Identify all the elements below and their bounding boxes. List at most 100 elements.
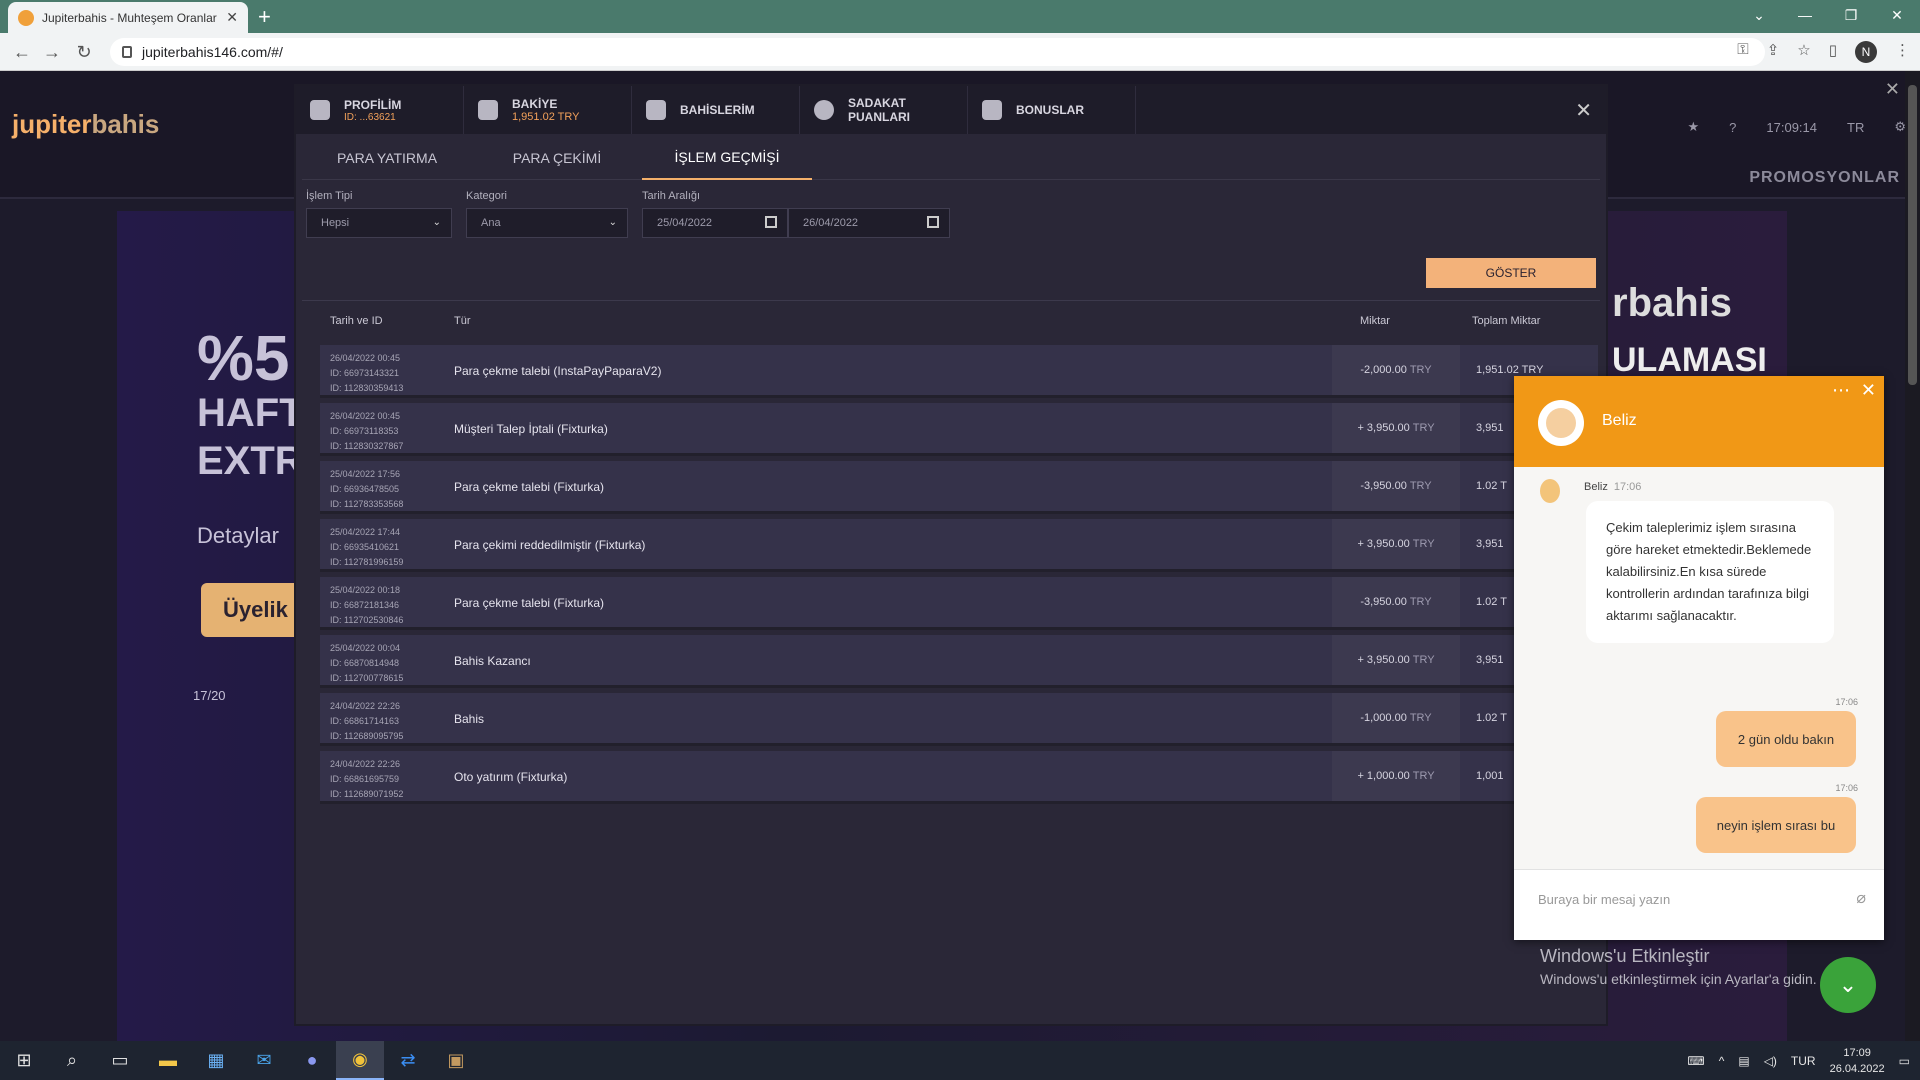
table-row[interactable]: 25/04/2022 00:18 ID: 66872181346 ID: 11270… <box>320 577 1598 630</box>
col-date-id: Tarih ve ID <box>330 315 383 327</box>
table-row[interactable]: 24/04/2022 22:26 ID: 66861714163 ID: 11268… <box>320 693 1598 746</box>
reload-button[interactable]: ↻ <box>72 40 96 64</box>
tab-search-icon[interactable]: ⌄ <box>1736 0 1782 30</box>
subtab-deposit[interactable]: PARA YATIRMA <box>302 136 472 180</box>
menu-kebab-icon[interactable]: ⋮ <box>1895 41 1910 63</box>
mail-icon[interactable]: ✉ <box>240 1041 288 1080</box>
table-row[interactable]: 25/04/2022 17:44 ID: 66935410621 ID: 11278… <box>320 519 1598 572</box>
user-message: neyin işlem sırası bu <box>1696 797 1856 853</box>
subtab-withdraw[interactable]: PARA ÇEKİMİ <box>472 136 642 180</box>
table-row[interactable]: 26/04/2022 00:45 ID: 66973118353 ID: 11283… <box>320 403 1598 456</box>
new-tab-button[interactable]: + <box>258 4 271 30</box>
category-select[interactable]: Ana ⌄ <box>466 208 628 238</box>
back-button[interactable]: ← <box>10 40 34 64</box>
table-row[interactable]: 24/04/2022 22:26 ID: 66861695759 ID: 11268… <box>320 751 1598 804</box>
scrollbar-thumb[interactable] <box>1908 85 1917 385</box>
show-button[interactable]: GÖSTER <box>1426 258 1596 288</box>
table-row[interactable]: 26/04/2022 00:45 ID: 66973143321 ID: 11283… <box>320 345 1598 398</box>
table-row[interactable]: 25/04/2022 17:56 ID: 66936478505 ID: 11278… <box>320 461 1598 514</box>
volume-icon[interactable]: ◁) <box>1764 1054 1777 1068</box>
row-id1: ID: 66935410621 <box>330 542 400 552</box>
language-select[interactable]: TR <box>1847 120 1864 135</box>
forward-button[interactable]: → <box>40 40 64 64</box>
table-row[interactable]: 25/04/2022 00:04 ID: 66870814948 ID: 11270… <box>320 635 1598 688</box>
chat-menu-icon[interactable]: ⋯ <box>1832 380 1850 401</box>
restore-button[interactable]: ❐ <box>1828 0 1874 30</box>
calendar-icon[interactable] <box>927 216 939 228</box>
chat-messages[interactable]: Beliz 17:06 Çekim taleplerimiz işlem sıra… <box>1514 467 1884 869</box>
browser-tab[interactable]: Jupiterbahis - Muhteşem Oranlar ✕ <box>8 2 248 33</box>
system-tray: ⌨ ^ ▤ ◁) TUR 17:09 26.04.2022 ▭ <box>1687 1041 1910 1080</box>
banner-right-sub: ULAMASI <box>1612 341 1767 379</box>
promotions-link[interactable]: PROMOSYONLAR <box>1749 169 1900 187</box>
chat-close-icon[interactable]: ✕ <box>1861 380 1876 401</box>
row-date: 25/04/2022 00:18 <box>330 585 401 595</box>
row-currency: TRY <box>1412 422 1435 434</box>
row-amount: -3,950.00 TRY <box>1332 461 1460 511</box>
bookmark-star-icon[interactable]: ☆ <box>1797 41 1810 63</box>
notification-icon[interactable]: ▭ <box>1899 1054 1910 1068</box>
tab-loyalty-points[interactable]: SADAKAT PUANLARI <box>800 86 968 134</box>
help-icon[interactable]: ? <box>1729 120 1736 135</box>
tab-close-icon[interactable]: ✕ <box>226 9 238 26</box>
page-scrollbar[interactable] <box>1905 71 1920 1041</box>
subtab-transaction-history[interactable]: İŞLEM GEÇMİŞİ <box>642 136 812 180</box>
site-close-icon[interactable]: ✕ <box>1885 79 1900 100</box>
banner-details-link[interactable]: Detaylar <box>197 523 279 549</box>
close-window-button[interactable]: ✕ <box>1874 0 1920 30</box>
type-select[interactable]: Hepsi ⌄ <box>306 208 452 238</box>
tab-balance-label: BAKİYE <box>512 97 558 111</box>
tray-expand-icon[interactable]: ^ <box>1719 1054 1725 1068</box>
chat-header: Beliz ⋯ ✕ <box>1514 376 1884 467</box>
live-chat-widget: Beliz ⋯ ✕ Beliz 17:06 Çekim taleplerimiz … <box>1514 376 1884 940</box>
tab-profile-label: PROFİLİM <box>344 97 402 112</box>
category-label: Kategori <box>466 190 507 202</box>
row-amount: -3,950.00 TRY <box>1332 577 1460 627</box>
share-icon[interactable]: ⇪ <box>1767 41 1780 63</box>
game-icon[interactable]: ▣ <box>432 1041 480 1080</box>
balance-amount: 1,951.02 TRY <box>512 111 580 123</box>
col-total: Toplam Miktar <box>1472 315 1541 327</box>
chat-toggle-button[interactable]: ⌄ <box>1820 957 1876 1013</box>
user-icon <box>310 100 330 120</box>
row-id2: ID: 112689095795 <box>330 731 404 741</box>
discord-icon[interactable]: ● <box>288 1041 336 1080</box>
url-bar[interactable]: jupiterbahis146.com/#/ <box>110 38 1765 66</box>
chrome-icon[interactable]: ◉ <box>336 1041 384 1080</box>
input-language[interactable]: TUR <box>1791 1054 1816 1068</box>
teamviewer-icon[interactable]: ⇄ <box>384 1041 432 1080</box>
banner-line: %5 <box>197 322 290 394</box>
date-from-input[interactable]: 25/04/2022 <box>642 208 788 238</box>
attach-icon[interactable]: ⌀ <box>1856 888 1866 908</box>
taskbar-clock[interactable]: 17:09 26.04.2022 <box>1830 1045 1885 1077</box>
search-icon[interactable]: ⌕ <box>48 1041 96 1080</box>
store-icon[interactable]: ▦ <box>192 1041 240 1080</box>
message-time: 17:06 <box>1835 697 1858 707</box>
chat-input[interactable]: Buraya bir mesaj yazın ⌀ <box>1514 869 1884 940</box>
keyboard-icon[interactable]: ⌨ <box>1687 1054 1704 1068</box>
row-currency: TRY <box>1409 364 1432 376</box>
tab-my-bets[interactable]: BAHİSLERİM <box>632 86 800 134</box>
date-to-input[interactable]: 26/04/2022 <box>788 208 950 238</box>
site-logo[interactable]: jupiterbahis <box>12 109 159 140</box>
row-id1: ID: 66872181346 <box>330 600 400 610</box>
modal-close-icon[interactable]: ✕ <box>1575 98 1592 123</box>
tab-profile[interactable]: PROFİLİM ID: ...63621 <box>296 86 464 134</box>
favorites-star-icon[interactable]: ★ <box>1688 119 1700 135</box>
tab-balance[interactable]: BAKİYE 1,951.02 TRY <box>464 86 632 134</box>
row-id1: ID: 66861714163 <box>330 716 400 726</box>
row-currency: TRY <box>1409 596 1432 608</box>
tab-bonuses[interactable]: BONUSLAR <box>968 86 1136 134</box>
network-icon[interactable]: ▤ <box>1738 1054 1749 1068</box>
key-icon[interactable]: ⚿ <box>1737 41 1748 63</box>
profile-avatar[interactable]: N <box>1855 41 1877 63</box>
task-view-icon[interactable]: ▭ <box>96 1041 144 1080</box>
row-currency: TRY <box>1412 654 1435 666</box>
file-explorer-icon[interactable]: ▬ <box>144 1041 192 1080</box>
minimize-button[interactable]: — <box>1782 0 1828 30</box>
sidepanel-icon[interactable]: ▯ <box>1829 41 1837 63</box>
carousel-counter: 17/20 <box>193 688 226 703</box>
calendar-icon[interactable] <box>765 216 777 228</box>
start-icon[interactable]: ⊞ <box>0 1041 48 1080</box>
logo-part-b: bahis <box>91 109 160 139</box>
